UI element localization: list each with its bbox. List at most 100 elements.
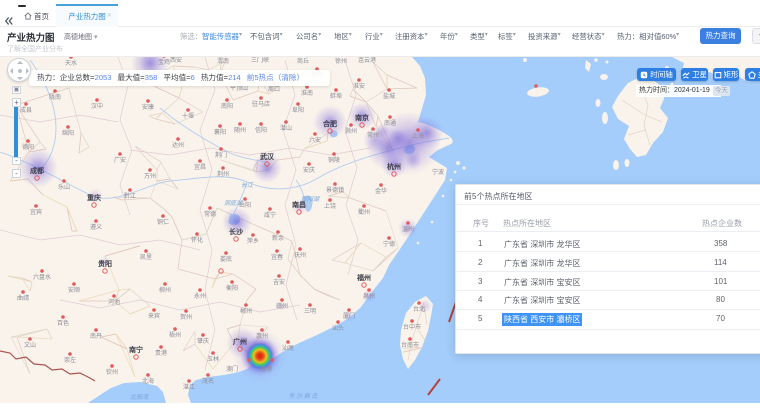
svg-text:泉州: 泉州 bbox=[363, 292, 375, 300]
svg-text:六盘水: 六盘水 bbox=[33, 273, 51, 281]
svg-text:天水: 天水 bbox=[65, 59, 77, 67]
svg-text:衡阳: 衡阳 bbox=[226, 284, 238, 292]
svg-text:杭州: 杭州 bbox=[387, 162, 401, 171]
svg-text:渭南: 渭南 bbox=[217, 57, 229, 65]
svg-text:蚌埠: 蚌埠 bbox=[330, 92, 342, 100]
svg-text:陇南: 陇南 bbox=[49, 93, 61, 101]
svg-text:成县: 成县 bbox=[20, 106, 32, 114]
svg-text:长江: 长江 bbox=[241, 181, 254, 189]
svg-text:玉林: 玉林 bbox=[207, 355, 219, 363]
svg-text:铜陵: 铜陵 bbox=[328, 156, 340, 164]
svg-text:湛江: 湛江 bbox=[183, 384, 195, 391]
svg-text:吉安: 吉安 bbox=[273, 278, 285, 286]
svg-text:肇庆: 肇庆 bbox=[197, 337, 209, 345]
svg-text:金华: 金华 bbox=[375, 187, 387, 195]
svg-text:宁波: 宁波 bbox=[432, 168, 444, 176]
svg-text:郴州: 郴州 bbox=[240, 307, 252, 315]
svg-text:黔江: 黔江 bbox=[124, 192, 136, 200]
svg-text:河池: 河池 bbox=[108, 298, 120, 306]
svg-text:崇左: 崇左 bbox=[64, 356, 76, 364]
svg-text:安庆: 安庆 bbox=[303, 166, 315, 174]
svg-text:百色: 百色 bbox=[57, 319, 69, 327]
svg-text:荆州: 荆州 bbox=[217, 170, 229, 178]
svg-text:南通: 南通 bbox=[384, 119, 396, 127]
svg-text:西安: 西安 bbox=[170, 57, 182, 64]
svg-text:汉中: 汉中 bbox=[91, 102, 103, 110]
svg-text:澳门: 澳门 bbox=[226, 365, 238, 373]
svg-text:来宾: 来宾 bbox=[148, 312, 160, 320]
svg-text:文山: 文山 bbox=[24, 341, 36, 349]
svg-text:永州: 永州 bbox=[194, 292, 206, 300]
svg-text:南宁: 南宁 bbox=[129, 345, 143, 354]
svg-text:宁德: 宁德 bbox=[383, 240, 395, 248]
svg-text:襄阳: 襄阳 bbox=[214, 128, 226, 136]
svg-text:咸宁: 咸宁 bbox=[264, 211, 276, 219]
svg-text:淮南: 淮南 bbox=[301, 89, 313, 97]
svg-text:三门峡: 三门峡 bbox=[251, 57, 269, 64]
svg-text:新余: 新余 bbox=[272, 234, 284, 242]
svg-text:娄底: 娄底 bbox=[220, 255, 232, 263]
svg-text:南京: 南京 bbox=[355, 113, 369, 122]
svg-text:随州: 随州 bbox=[234, 126, 246, 134]
svg-text:潜山: 潜山 bbox=[280, 124, 292, 132]
svg-text:上海: 上海 bbox=[412, 132, 424, 140]
svg-text:北部湾: 北部湾 bbox=[130, 393, 149, 401]
svg-text:上饶: 上饶 bbox=[324, 202, 336, 210]
svg-text:衢州: 衢州 bbox=[358, 208, 370, 216]
svg-text:宜宾: 宜宾 bbox=[30, 208, 42, 216]
svg-text:滁州: 滁州 bbox=[345, 127, 357, 135]
svg-text:柳州: 柳州 bbox=[159, 286, 171, 294]
svg-text:梧州: 梧州 bbox=[169, 331, 181, 339]
svg-text:万州: 万州 bbox=[144, 173, 156, 180]
svg-text:景德镇: 景德镇 bbox=[326, 186, 344, 194]
svg-text:常德: 常德 bbox=[204, 210, 216, 218]
svg-text:洞庭湖: 洞庭湖 bbox=[224, 199, 243, 207]
svg-text:鄱阳湖: 鄱阳湖 bbox=[301, 196, 320, 203]
svg-text:德阳: 德阳 bbox=[22, 143, 34, 151]
svg-text:安康: 安康 bbox=[142, 103, 154, 111]
svg-text:宜昌: 宜昌 bbox=[194, 163, 206, 171]
svg-text:宜春: 宜春 bbox=[271, 253, 283, 261]
svg-text:南阳: 南阳 bbox=[221, 102, 233, 110]
svg-text:萍乡: 萍乡 bbox=[247, 237, 259, 245]
svg-text:六安: 六安 bbox=[309, 136, 321, 144]
svg-text:怀化: 怀化 bbox=[191, 236, 203, 244]
svg-text:曲靖: 曲靖 bbox=[17, 294, 29, 302]
svg-text:茂名: 茂名 bbox=[202, 377, 214, 385]
svg-text:荆门: 荆门 bbox=[215, 151, 227, 159]
svg-text:贵港: 贵港 bbox=[155, 349, 167, 357]
svg-text:香港: 香港 bbox=[260, 365, 272, 373]
svg-text:盐城: 盐城 bbox=[383, 92, 395, 100]
svg-text:阜阳: 阜阳 bbox=[292, 106, 304, 114]
svg-text:遵义: 遵义 bbox=[90, 223, 102, 231]
svg-text:周口: 周口 bbox=[268, 86, 280, 93]
svg-text:赣州: 赣州 bbox=[276, 302, 288, 310]
svg-text:钦州: 钦州 bbox=[106, 368, 118, 376]
svg-text:驻马店: 驻马店 bbox=[252, 100, 270, 108]
svg-text:安顺: 安顺 bbox=[68, 286, 80, 294]
svg-text:徐州: 徐州 bbox=[335, 57, 347, 65]
svg-text:十堰: 十堰 bbox=[182, 112, 194, 120]
svg-text:信阳: 信阳 bbox=[255, 126, 267, 134]
svg-text:广州: 广州 bbox=[233, 337, 247, 346]
svg-text:福州: 福州 bbox=[356, 273, 371, 282]
svg-text:绵阳: 绵阳 bbox=[62, 129, 74, 137]
svg-text:成都: 成都 bbox=[30, 166, 44, 175]
svg-text:抚州: 抚州 bbox=[294, 251, 306, 259]
svg-text:三明: 三明 bbox=[304, 308, 316, 315]
svg-text:武汉: 武汉 bbox=[260, 152, 275, 161]
svg-text:东 沙 群 岛: 东 沙 群 岛 bbox=[288, 392, 318, 400]
svg-text:合肥: 合肥 bbox=[322, 119, 337, 128]
svg-text:贵阳: 贵阳 bbox=[98, 259, 112, 268]
svg-text:台北: 台北 bbox=[413, 305, 425, 313]
svg-text:淮安: 淮安 bbox=[353, 82, 365, 90]
svg-text:商丘: 商丘 bbox=[297, 57, 309, 65]
svg-text:宝鸡: 宝鸡 bbox=[158, 58, 170, 66]
svg-text:惠州: 惠州 bbox=[256, 332, 268, 340]
svg-text:常州: 常州 bbox=[367, 131, 379, 139]
svg-text:温州: 温州 bbox=[402, 225, 414, 233]
svg-text:南丹: 南丹 bbox=[90, 332, 102, 340]
svg-text:铜仁: 铜仁 bbox=[157, 218, 169, 226]
svg-text:贺州: 贺州 bbox=[180, 313, 192, 321]
svg-text:广安: 广安 bbox=[114, 156, 126, 164]
